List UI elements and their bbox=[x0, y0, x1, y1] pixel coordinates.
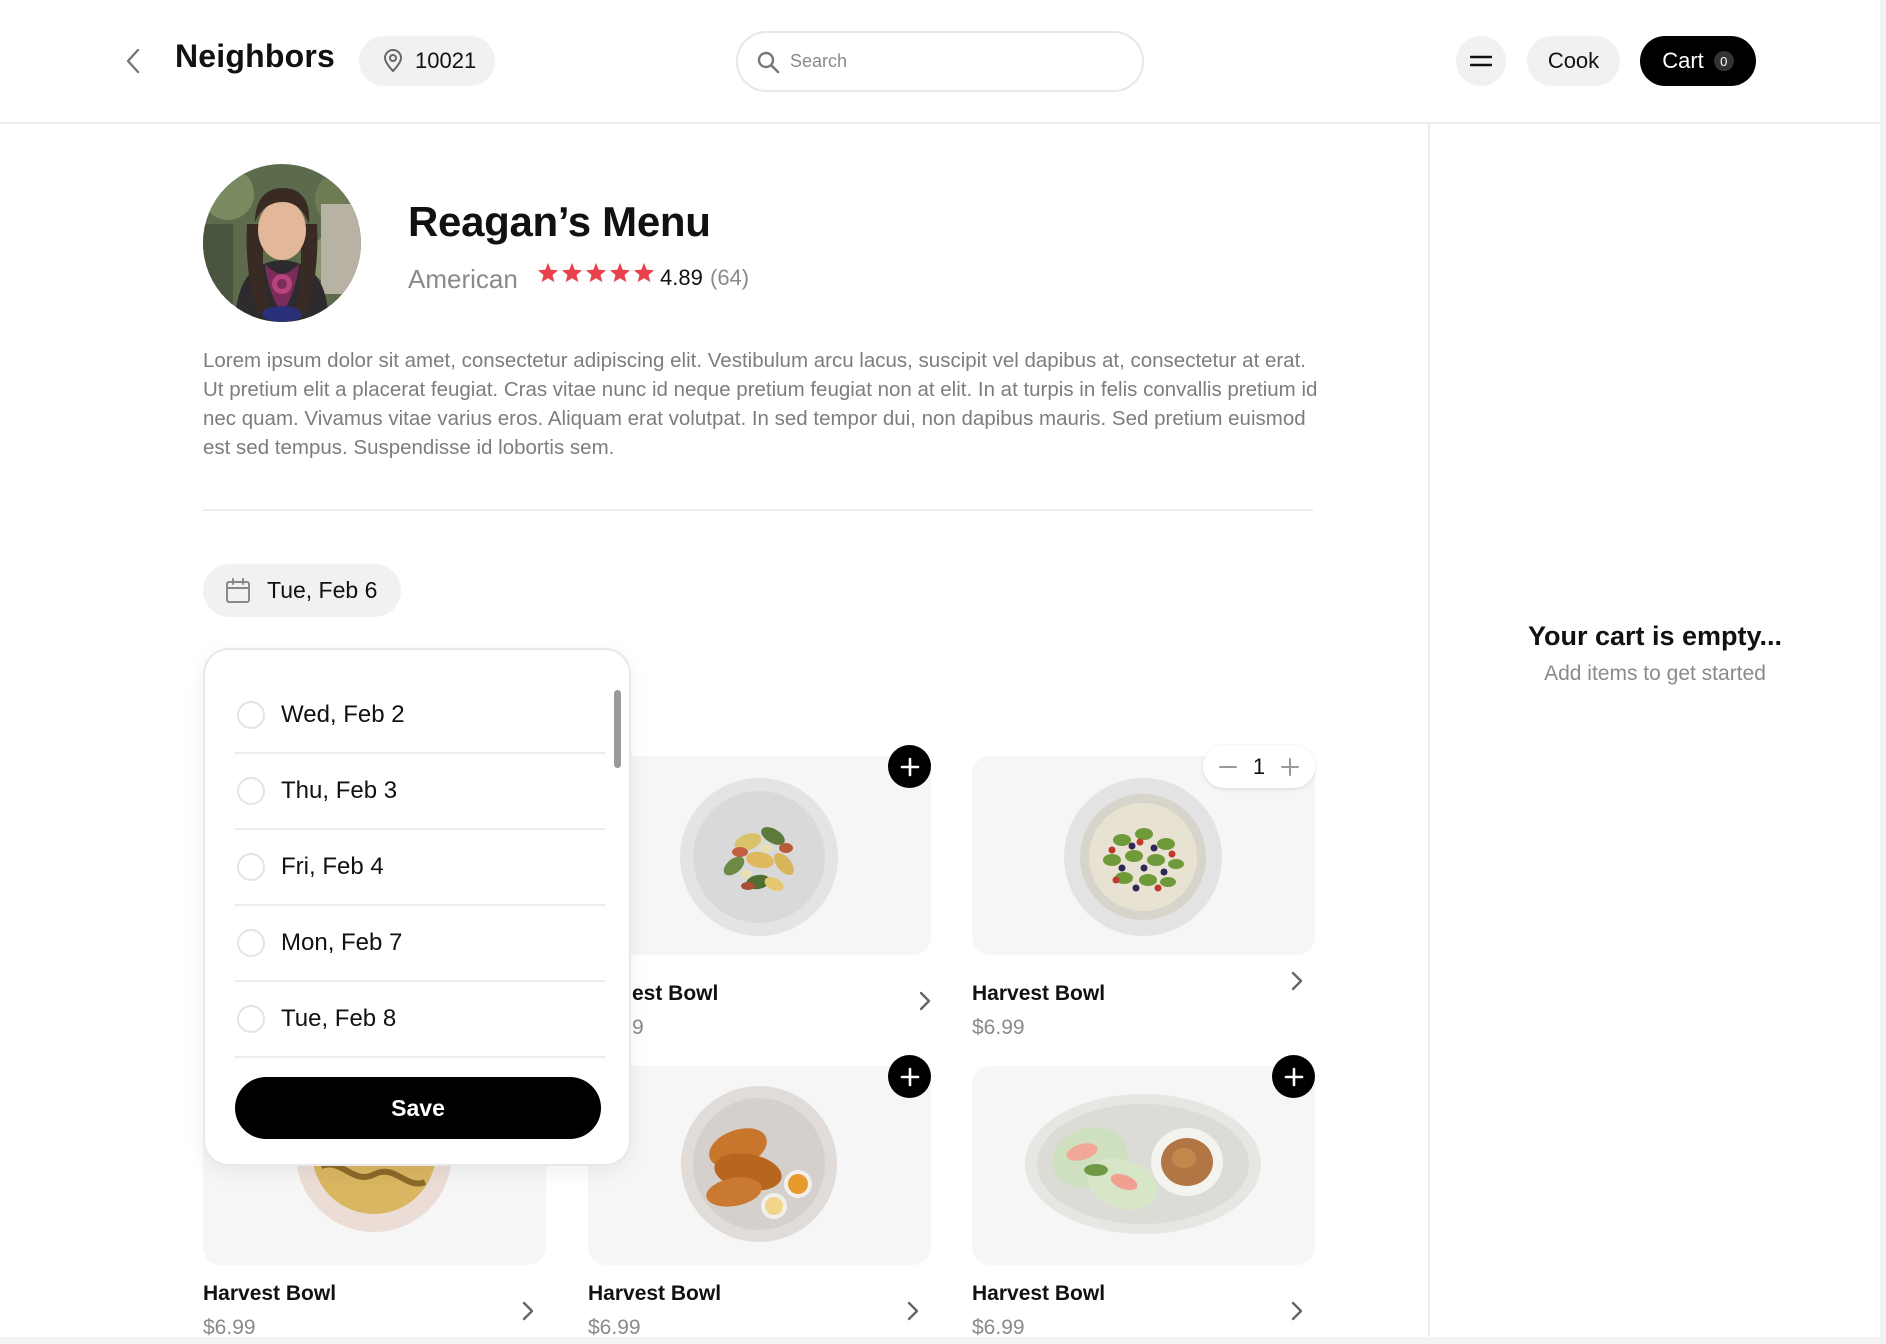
zip-code-value: 10021 bbox=[415, 48, 477, 73]
back-button[interactable] bbox=[118, 44, 148, 78]
date-option[interactable]: Tue, Feb 8 bbox=[235, 982, 605, 1058]
menu-item-image bbox=[972, 1066, 1315, 1265]
menu-item-price: $6.99 bbox=[972, 1316, 1025, 1339]
search-input[interactable] bbox=[790, 51, 1110, 72]
quantity-stepper[interactable]: 1 bbox=[1203, 745, 1315, 788]
menu-item-image bbox=[588, 756, 931, 955]
window-scrollbar-track bbox=[1880, 0, 1886, 1344]
quantity-value: 1 bbox=[1252, 753, 1266, 779]
menu-item-title: Harvest Bowl bbox=[588, 1282, 722, 1305]
rating-stars bbox=[537, 262, 655, 283]
window-bottom-edge bbox=[0, 1337, 1886, 1344]
search-bar[interactable] bbox=[736, 31, 1144, 92]
date-dropdown: Wed, Feb 2 Thu, Feb 3 Fri, Feb 4 Mon, Fe… bbox=[203, 648, 631, 1166]
cart-button[interactable]: Cart 0 bbox=[1640, 36, 1756, 86]
cart-empty-subtitle: Add items to get started bbox=[1544, 662, 1766, 685]
cart-panel-divider bbox=[1428, 124, 1430, 1344]
menu-button[interactable] bbox=[1456, 36, 1506, 86]
date-option-label: Tue, Feb 8 bbox=[281, 1005, 397, 1032]
zip-code-selector[interactable]: 10021 bbox=[359, 36, 495, 86]
add-to-cart-button[interactable] bbox=[1272, 1055, 1315, 1098]
search-icon bbox=[757, 51, 780, 73]
menu-item-price: $6.99 bbox=[588, 1316, 641, 1339]
menu-item-card[interactable]: est Bowl 9 bbox=[588, 756, 931, 1039]
date-option-label: Mon, Feb 7 bbox=[281, 929, 403, 956]
menu-item-details-button[interactable] bbox=[513, 1296, 543, 1326]
menu-item-price: $6.99 bbox=[203, 1316, 256, 1339]
date-radio[interactable] bbox=[237, 777, 265, 805]
save-button[interactable]: Save bbox=[235, 1077, 601, 1139]
cart-count-badge: 0 bbox=[1713, 51, 1734, 71]
menu-item-card[interactable]: Harvest Bowl $6.99 bbox=[588, 1066, 931, 1339]
cook-button[interactable]: Cook bbox=[1527, 36, 1620, 86]
star-icon bbox=[561, 262, 583, 283]
star-icon bbox=[537, 262, 559, 283]
minus-icon bbox=[1219, 765, 1237, 768]
plus-icon bbox=[900, 1067, 919, 1086]
menu-title: Reagan’s Menu bbox=[408, 198, 711, 245]
add-to-cart-button[interactable] bbox=[888, 1055, 931, 1098]
increase-quantity-button[interactable] bbox=[1279, 756, 1301, 778]
date-radio[interactable] bbox=[237, 929, 265, 957]
chevron-right-icon bbox=[1291, 971, 1303, 991]
chevron-right-icon bbox=[919, 991, 931, 1011]
chevron-right-icon bbox=[907, 1301, 919, 1321]
date-option[interactable]: Thu, Feb 3 bbox=[235, 754, 605, 830]
plus-icon bbox=[900, 757, 919, 776]
menu-item-title: Harvest Bowl bbox=[972, 982, 1106, 1005]
calendar-icon bbox=[226, 577, 250, 603]
date-radio[interactable] bbox=[237, 853, 265, 881]
date-option[interactable]: Wed, Feb 2 bbox=[235, 678, 605, 754]
review-count: (64) bbox=[710, 265, 750, 290]
menu-item-details-button[interactable] bbox=[898, 1296, 928, 1326]
decrease-quantity-button[interactable] bbox=[1217, 756, 1239, 778]
selected-date: Tue, Feb 6 bbox=[267, 577, 378, 603]
date-option[interactable]: Mon, Feb 7 bbox=[235, 906, 605, 982]
date-radio[interactable] bbox=[237, 701, 265, 729]
add-to-cart-button[interactable] bbox=[888, 745, 931, 788]
plus-icon bbox=[1281, 757, 1299, 776]
cuisine-label: American bbox=[408, 264, 518, 294]
date-radio[interactable] bbox=[237, 1005, 265, 1033]
date-option-label: Wed, Feb 2 bbox=[281, 701, 405, 728]
chef-description: Lorem ipsum dolor sit amet, consectetur … bbox=[203, 349, 1318, 459]
date-option-label: Fri, Feb 4 bbox=[281, 853, 384, 880]
date-option-label: Thu, Feb 3 bbox=[281, 777, 398, 804]
star-icon bbox=[633, 262, 655, 283]
cart-empty-title: Your cart is empty... bbox=[1527, 621, 1783, 651]
chef-avatar bbox=[203, 164, 361, 322]
date-option[interactable]: Fri, Feb 4 bbox=[235, 830, 605, 906]
menu-item-title: Harvest Bowl bbox=[203, 1282, 337, 1305]
date-selector-button[interactable]: Tue, Feb 6 bbox=[203, 564, 401, 617]
hamburger-menu-icon bbox=[1470, 55, 1492, 67]
chevron-right-icon bbox=[1291, 1301, 1303, 1321]
app-title[interactable]: Neighbors bbox=[175, 38, 335, 75]
chevron-right-icon bbox=[522, 1301, 534, 1321]
cart-label: Cart bbox=[1662, 48, 1704, 73]
star-icon bbox=[585, 262, 607, 283]
section-divider bbox=[203, 509, 1313, 511]
location-pin-icon bbox=[383, 49, 403, 73]
menu-item-details-button[interactable] bbox=[910, 986, 940, 1016]
rating-value: 4.89 bbox=[660, 265, 703, 290]
plus-icon bbox=[1284, 1067, 1303, 1086]
top-navigation-bar: Neighbors 10021 Cook Cart 0 bbox=[0, 0, 1880, 124]
back-chevron-icon bbox=[126, 48, 140, 74]
menu-item-details-button[interactable] bbox=[1282, 966, 1312, 996]
menu-item-image bbox=[588, 1066, 931, 1265]
star-icon bbox=[609, 262, 631, 283]
menu-item-card[interactable]: Harvest Bowl $6.99 bbox=[972, 1066, 1315, 1339]
menu-item-details-button[interactable] bbox=[1282, 1296, 1312, 1326]
menu-item-title: est Bowl bbox=[632, 982, 719, 1005]
dropdown-scrollbar[interactable] bbox=[614, 690, 621, 768]
menu-item-price: 9 bbox=[632, 1016, 644, 1039]
menu-item-price: $6.99 bbox=[972, 1016, 1025, 1039]
menu-item-title: Harvest Bowl bbox=[972, 1282, 1106, 1305]
